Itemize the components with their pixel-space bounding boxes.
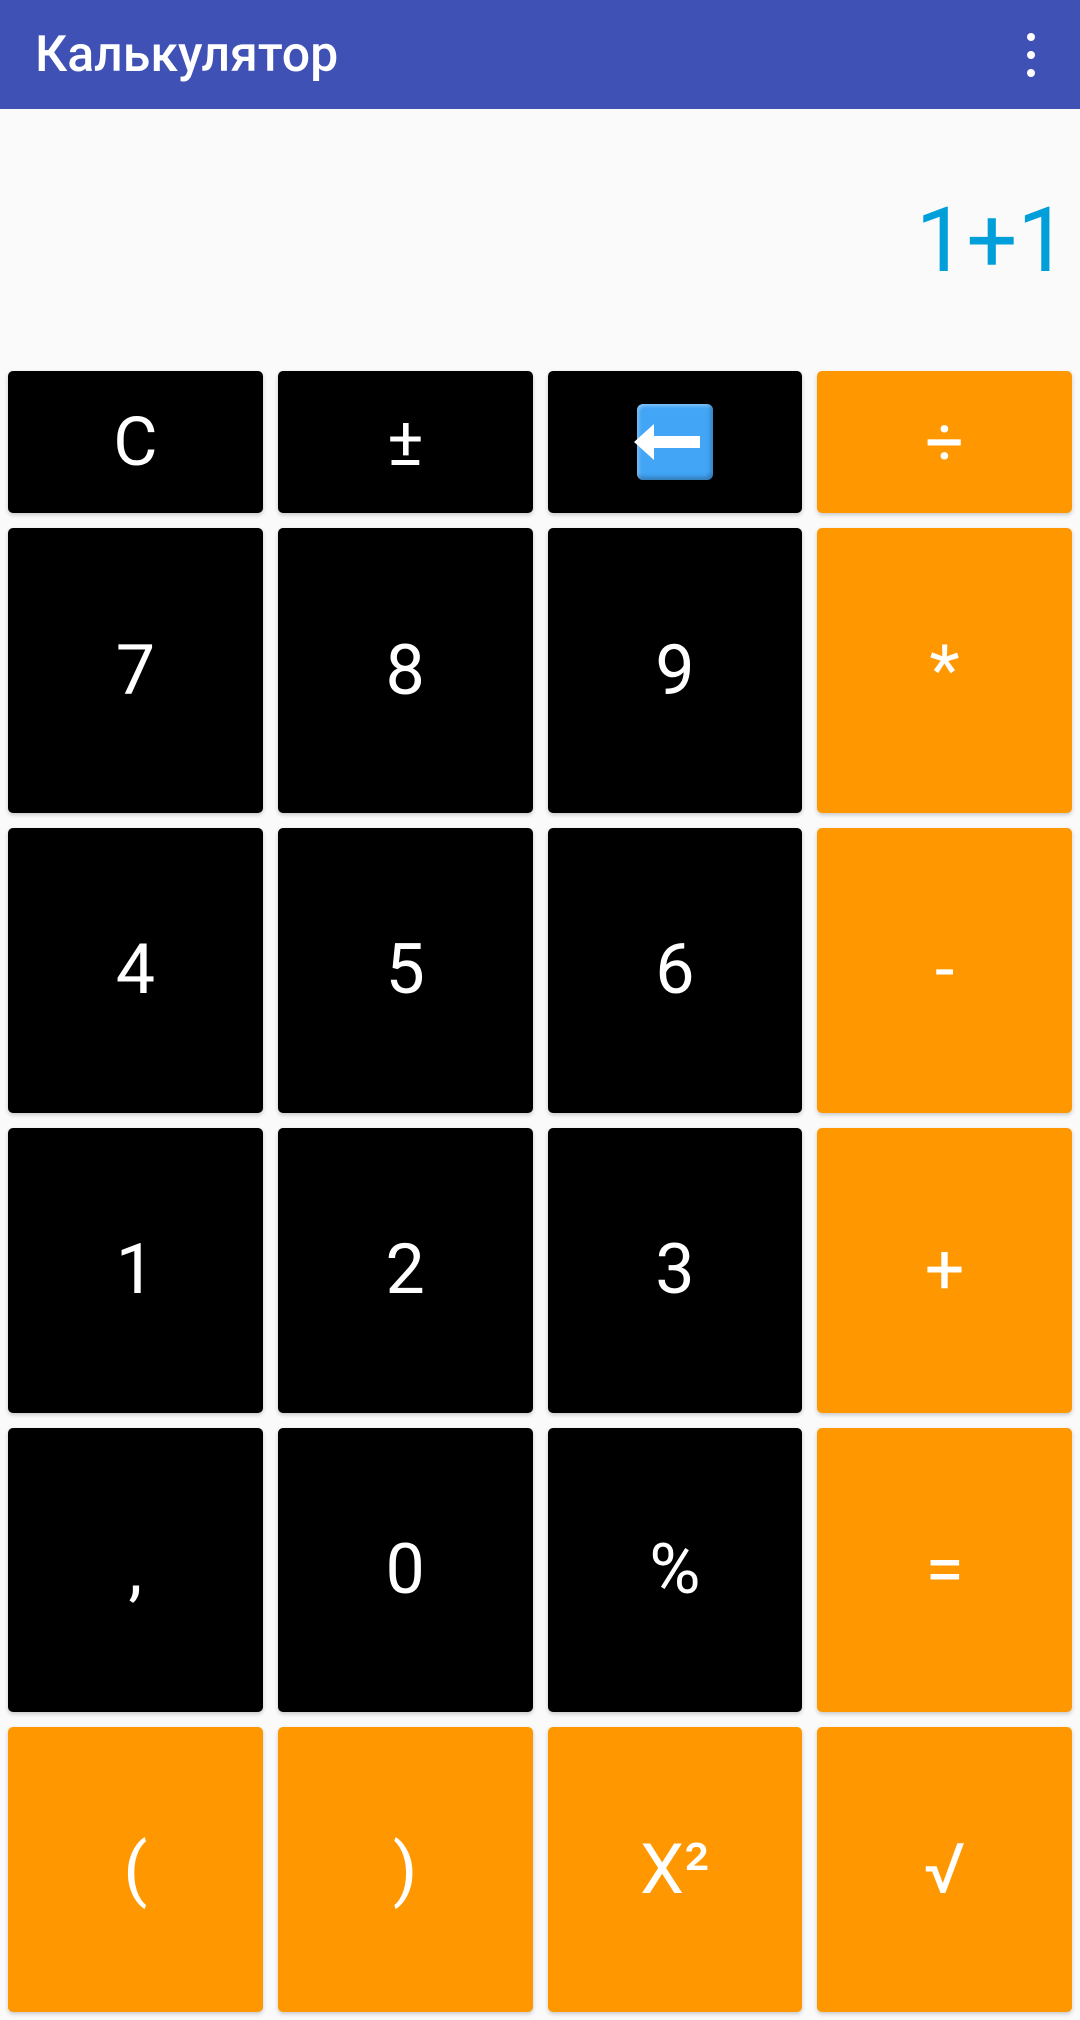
nine-button[interactable]: 9	[548, 528, 803, 813]
app-header: Калькулятор	[0, 0, 1080, 109]
left-paren-button[interactable]: (	[8, 1727, 263, 2012]
eight-button[interactable]: 8	[278, 528, 533, 813]
comma-button[interactable]: ,	[8, 1428, 263, 1713]
four-button[interactable]: 4	[8, 828, 263, 1113]
backspace-icon	[637, 404, 713, 480]
square-button[interactable]: X²	[548, 1727, 803, 2012]
multiply-button[interactable]: *	[817, 528, 1072, 813]
two-button[interactable]: 2	[278, 1128, 533, 1413]
clear-button[interactable]: C	[8, 371, 263, 513]
divide-button[interactable]: ÷	[817, 371, 1072, 513]
arrow-left-icon	[650, 436, 700, 448]
right-paren-button[interactable]: )	[278, 1727, 533, 2012]
five-button[interactable]: 5	[278, 828, 533, 1113]
subtract-button[interactable]: -	[817, 828, 1072, 1113]
app-title: Калькулятор	[35, 26, 338, 84]
keypad: C ± ÷ 7 8 9 * 4 5 6 - 1 2 3 + , 0 % = ( …	[0, 371, 1080, 2020]
calculator-display: 1+1	[0, 109, 1080, 371]
backspace-button[interactable]	[548, 371, 803, 513]
menu-dot-icon	[1027, 51, 1035, 59]
sqrt-button[interactable]: √	[817, 1727, 1072, 2012]
one-button[interactable]: 1	[8, 1128, 263, 1413]
menu-dot-icon	[1027, 69, 1035, 77]
seven-button[interactable]: 7	[8, 528, 263, 813]
menu-dot-icon	[1027, 33, 1035, 41]
expression-text: 1+1	[916, 188, 1068, 293]
percent-button[interactable]: %	[548, 1428, 803, 1713]
zero-button[interactable]: 0	[278, 1428, 533, 1713]
plus-minus-button[interactable]: ±	[278, 371, 533, 513]
three-button[interactable]: 3	[548, 1128, 803, 1413]
equals-button[interactable]: =	[817, 1428, 1072, 1713]
add-button[interactable]: +	[817, 1128, 1072, 1413]
overflow-menu-button[interactable]	[1017, 23, 1045, 87]
six-button[interactable]: 6	[548, 828, 803, 1113]
